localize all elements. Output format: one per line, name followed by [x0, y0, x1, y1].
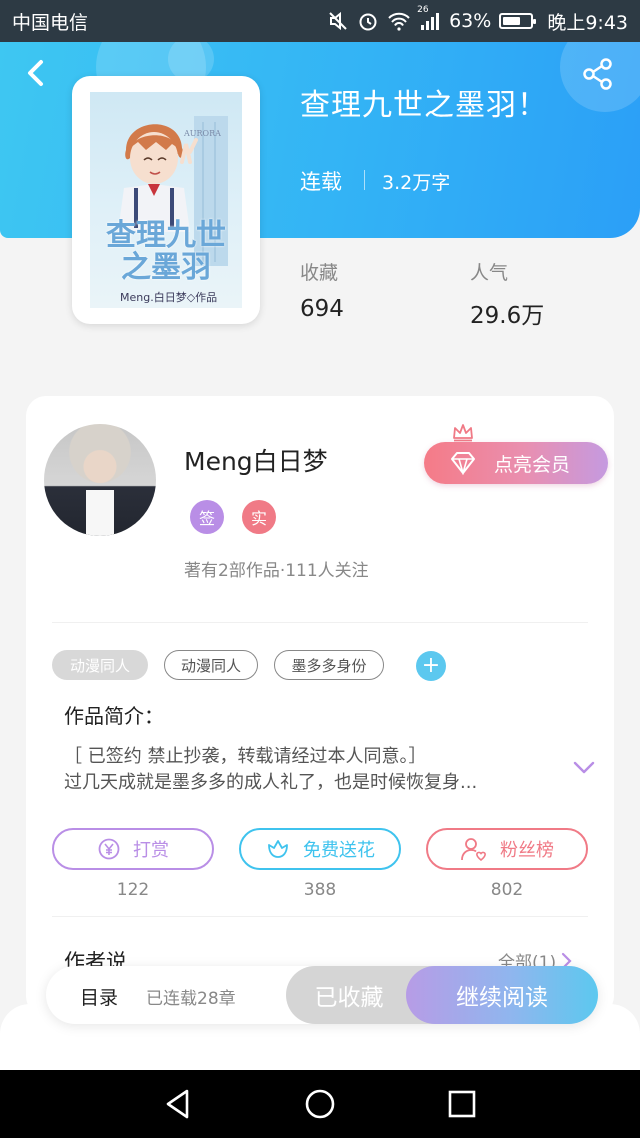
chevron-left-icon [28, 60, 43, 86]
wifi-icon [387, 10, 411, 32]
flower-icon [268, 840, 288, 858]
clock: 晚上9:43 [547, 11, 628, 34]
table-of-contents-button[interactable]: 目录 [80, 983, 118, 1010]
activate-vip-button[interactable]: 点亮会员 [424, 442, 608, 484]
author-meta: 著有2部作品·111人关注 [184, 561, 369, 581]
tip-count: 122 [116, 880, 150, 900]
tag-chip[interactable]: 动漫同人 [164, 650, 258, 680]
home-circle-icon[interactable] [302, 1086, 338, 1122]
fan-count: 802 [490, 880, 524, 900]
popularity-count: 29.6万 [470, 303, 545, 329]
favorites-count: 694 [300, 296, 344, 322]
alarm-icon [357, 10, 379, 32]
yen-coin-icon [98, 838, 120, 860]
plus-icon: + [421, 653, 441, 678]
cover-title-line2: 之墨羽 [121, 250, 211, 285]
book-cover[interactable]: AURORA 查理九世 之墨羽 Meng.白日梦◇作品 [72, 76, 260, 324]
status-icons: 26 63% 晚上9:43 [327, 5, 628, 35]
vip-label: 点亮会员 [494, 453, 571, 476]
carrier-name: 中国电信 [12, 11, 89, 34]
send-flower-label: 免费送花 [303, 840, 375, 861]
fan-rank-button[interactable]: 粉丝榜 [426, 828, 588, 870]
tag-chip[interactable]: 动漫同人 [52, 650, 148, 680]
chapter-status: 已连载28章 [146, 989, 236, 1009]
intro-line: 过几天成就是墨多多的成人礼了，也是时候恢复身... [64, 772, 478, 793]
intro-line: ［ 已签约 禁止抄袭，转载请经过本人同意。］ [64, 746, 427, 767]
divider [364, 170, 365, 190]
tip-button[interactable]: 打赏 [52, 828, 214, 870]
author-avatar[interactable] [44, 424, 156, 536]
divider [52, 916, 588, 917]
recent-square-icon[interactable] [444, 1086, 480, 1122]
book-title: 查理九世之墨羽！ [300, 88, 548, 123]
diamond-icon [451, 452, 475, 475]
author-name[interactable]: Meng白日梦 [184, 442, 328, 478]
cover-illustration: AURORA 查理九世 之墨羽 Meng.白日梦◇作品 [90, 92, 242, 308]
battery-percent: 63% [449, 10, 492, 32]
fan-rank-icon [461, 838, 486, 862]
fan-rank-label: 粉丝榜 [500, 840, 554, 861]
network-type: 26 [417, 5, 429, 15]
back-triangle-icon[interactable] [160, 1086, 196, 1122]
add-tag-button[interactable]: + [416, 651, 446, 681]
verified-badge: 实 [242, 500, 276, 534]
cover-brand: AURORA [183, 129, 221, 138]
cover-title: 查理九世 之墨羽 [90, 220, 242, 284]
tag-chip[interactable]: 墨多多身份 [274, 650, 384, 680]
cover-author: Meng.白日梦◇作品 [120, 291, 218, 304]
chevron-down-icon[interactable] [572, 760, 596, 776]
status-bar: 中国电信 26 63% 晚上9:43 [0, 0, 640, 42]
divider [52, 622, 588, 623]
mute-icon [327, 10, 349, 32]
share-icon [583, 58, 612, 90]
send-flower-button[interactable]: 免费送花 [239, 828, 401, 870]
crown-icon [453, 424, 473, 442]
signed-badge: 签 [190, 500, 224, 534]
signal-icon: 26 [417, 5, 441, 31]
tip-label: 打赏 [133, 840, 169, 861]
battery-icon [499, 13, 537, 29]
share-button[interactable] [580, 56, 616, 92]
intro-title: 作品简介： [64, 704, 164, 728]
continue-reading-button[interactable]: 继续阅读 [406, 966, 598, 1024]
word-count: 3.2万字 [382, 172, 451, 194]
favorites-label: 收藏 [300, 262, 339, 284]
popularity-label: 人气 [470, 262, 509, 284]
cover-title-line1: 查理九世 [106, 218, 226, 253]
back-button[interactable] [20, 56, 54, 90]
flower-count: 388 [303, 880, 337, 900]
serial-status: 连载 [300, 170, 342, 194]
